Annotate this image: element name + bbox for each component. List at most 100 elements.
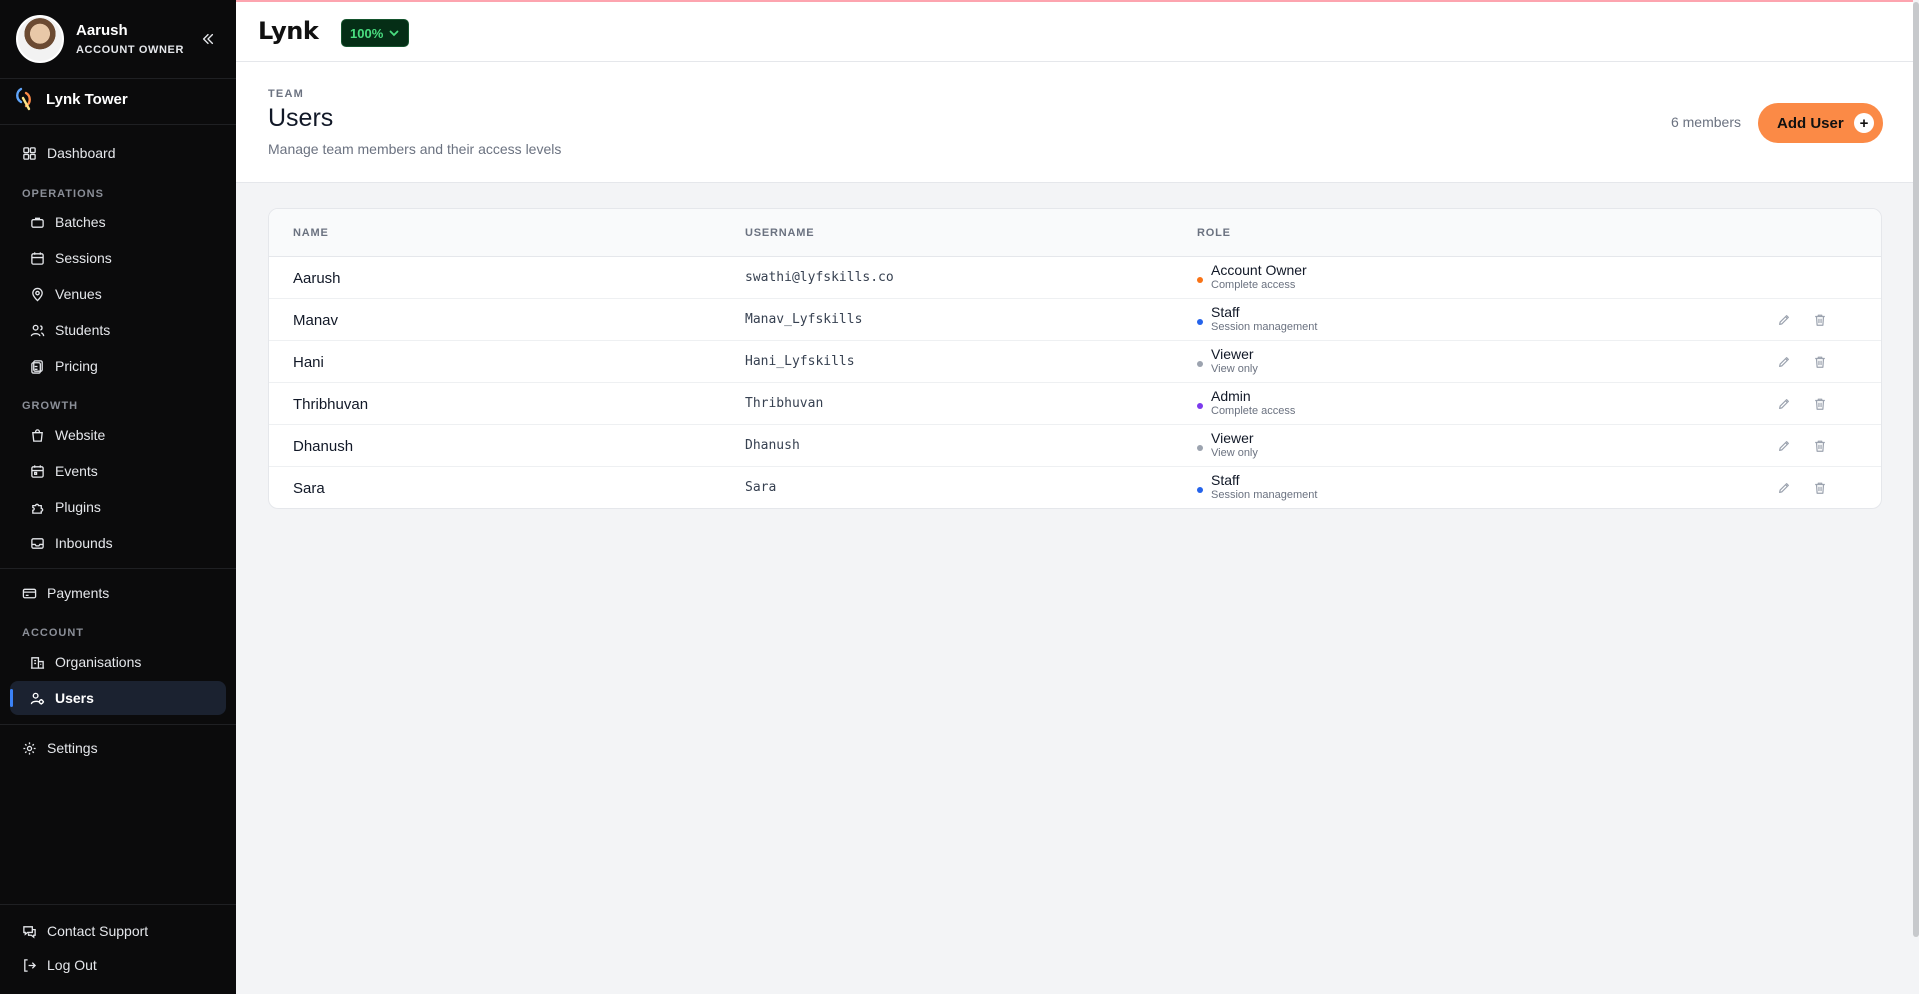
table-row[interactable]: Hani Hani_Lyfskills Viewer View only — [269, 341, 1881, 383]
delete-user-button[interactable] — [1811, 437, 1829, 455]
sidebar-item-users[interactable]: Users — [10, 681, 226, 715]
user-profile[interactable]: Aarush ACCOUNT OWNER — [16, 15, 220, 63]
table-row[interactable]: Dhanush Dhanush Viewer View only — [269, 425, 1881, 467]
column-header-role[interactable]: ROLE — [1197, 227, 1231, 239]
pencil-icon — [1779, 399, 1789, 409]
scrollbar-thumb[interactable] — [1913, 2, 1919, 937]
member-count: 6 members — [1670, 114, 1741, 130]
sidebar-item-inbounds[interactable]: Inbounds — [10, 526, 226, 560]
divider — [0, 124, 236, 125]
trash-icon — [1815, 356, 1825, 368]
users-table: NAME USERNAME ROLE Aarush swathi@lyfskill… — [268, 208, 1882, 509]
username-cell: swathi@lyfskills.co — [745, 270, 894, 285]
pencil-icon — [1779, 315, 1789, 325]
org-switcher[interactable]: Lynk Tower — [14, 86, 128, 112]
role-dot — [1197, 361, 1203, 367]
sidebar-item-label: Organisations — [55, 654, 142, 670]
sidebar-item-label: Website — [55, 427, 106, 443]
delete-user-button[interactable] — [1811, 479, 1829, 497]
page-title: Users — [268, 104, 334, 132]
sidebar-item-plugins[interactable]: Plugins — [10, 490, 226, 524]
sidebar-item-log-out[interactable]: Log Out — [10, 948, 226, 982]
table-row[interactable]: Sara Sara Staff Session management — [269, 467, 1881, 508]
role-name: Staff — [1211, 472, 1240, 488]
sidebar-item-settings[interactable]: Settings — [10, 731, 226, 765]
sidebar-item-dashboard[interactable]: Dashboard — [10, 136, 226, 170]
brand-logo[interactable]: Lynk — [258, 17, 319, 45]
username-cell: Thribhuvan — [745, 396, 824, 411]
table-row[interactable]: Thribhuvan Thribhuvan Admin Complete access — [269, 383, 1881, 425]
page-eyebrow: TEAM — [268, 88, 304, 100]
user-name-cell: Aarush — [293, 270, 341, 287]
role-dot — [1197, 277, 1203, 283]
delete-user-button[interactable] — [1811, 353, 1829, 371]
tag-icon — [31, 359, 43, 374]
divider — [0, 904, 236, 905]
chevron-down-icon — [389, 30, 399, 37]
collapse-sidebar-icon[interactable] — [196, 27, 220, 51]
calendar-icon — [31, 251, 44, 265]
user-name-cell: Thribhuvan — [293, 396, 369, 413]
zoom-dropdown[interactable]: 100% — [341, 19, 410, 47]
edit-user-button[interactable] — [1775, 311, 1793, 329]
pencil-icon — [1779, 357, 1789, 367]
sidebar-item-venues[interactable]: Venues — [10, 277, 226, 311]
user-name-cell: Manav — [293, 312, 339, 329]
sidebar-item-website[interactable]: Website — [10, 418, 226, 452]
sidebar: Aarush ACCOUNT OWNER Lynk Tower Dashboar… — [0, 0, 236, 994]
sidebar-item-pricing[interactable]: Pricing — [10, 349, 226, 383]
sidebar-item-label: Plugins — [55, 499, 101, 515]
edit-user-button[interactable] — [1775, 353, 1793, 371]
sidebar-item-students[interactable]: Students — [10, 313, 226, 347]
table-row[interactable]: Aarush swathi@lyfskills.co Account Owner Co… — [269, 257, 1881, 299]
users-icon — [30, 324, 45, 336]
sidebar-item-label: Log Out — [47, 957, 97, 973]
delete-user-button[interactable] — [1811, 395, 1829, 413]
pencil-icon — [1779, 441, 1789, 451]
sidebar-item-payments[interactable]: Payments — [10, 576, 226, 610]
role-dot — [1197, 445, 1203, 451]
sidebar-item-organisations[interactable]: Organisations — [10, 645, 226, 679]
pencil-icon — [1779, 483, 1789, 493]
gear-icon — [23, 741, 36, 755]
role-name: Viewer — [1211, 346, 1254, 362]
role-description: Session management — [1211, 321, 1318, 333]
add-user-label: Add User — [1777, 114, 1844, 132]
column-header-name[interactable]: NAME — [293, 227, 329, 239]
sidebar-item-label: Events — [55, 463, 98, 479]
role-dot — [1197, 403, 1203, 409]
users-gear-icon — [30, 692, 45, 705]
shopping-bag-icon — [32, 428, 43, 442]
username-cell: Dhanush — [745, 438, 800, 453]
edit-user-button[interactable] — [1775, 437, 1793, 455]
inbox-icon — [31, 537, 44, 549]
sidebar-item-batches[interactable]: Batches — [10, 205, 226, 239]
role-description: View only — [1211, 447, 1258, 459]
sidebar-item-label: Pricing — [55, 358, 98, 374]
section-label-account: ACCOUNT — [22, 627, 84, 639]
sidebar-item-sessions[interactable]: Sessions — [10, 241, 226, 275]
role-name: Viewer — [1211, 430, 1254, 446]
chat-support-icon — [23, 925, 36, 938]
edit-user-button[interactable] — [1775, 479, 1793, 497]
scrollbar[interactable] — [1913, 0, 1919, 994]
sidebar-item-label: Settings — [47, 740, 98, 756]
page-header: TEAM Users Manage team members and their… — [236, 62, 1919, 183]
trash-icon — [1815, 398, 1825, 410]
delete-user-button[interactable] — [1811, 311, 1829, 329]
org-logo-icon — [16, 87, 31, 111]
divider — [0, 568, 236, 569]
table-header: NAME USERNAME ROLE — [269, 209, 1881, 257]
building-icon — [30, 656, 45, 669]
page-subtitle: Manage team members and their access lev… — [268, 141, 562, 157]
sidebar-item-events[interactable]: Events — [10, 454, 226, 488]
sidebar-item-contact-support[interactable]: Contact Support — [10, 914, 226, 948]
topbar: Lynk 100% — [236, 0, 1919, 62]
zoom-value: 100% — [350, 25, 384, 41]
table-row[interactable]: Manav Manav_Lyfskills Staff Session managem… — [269, 299, 1881, 341]
edit-user-button[interactable] — [1775, 395, 1793, 413]
column-header-username[interactable]: USERNAME — [745, 227, 814, 239]
user-role: ACCOUNT OWNER — [76, 44, 185, 56]
user-name-cell: Hani — [293, 354, 324, 371]
add-user-button[interactable]: Add User + — [1758, 103, 1883, 143]
